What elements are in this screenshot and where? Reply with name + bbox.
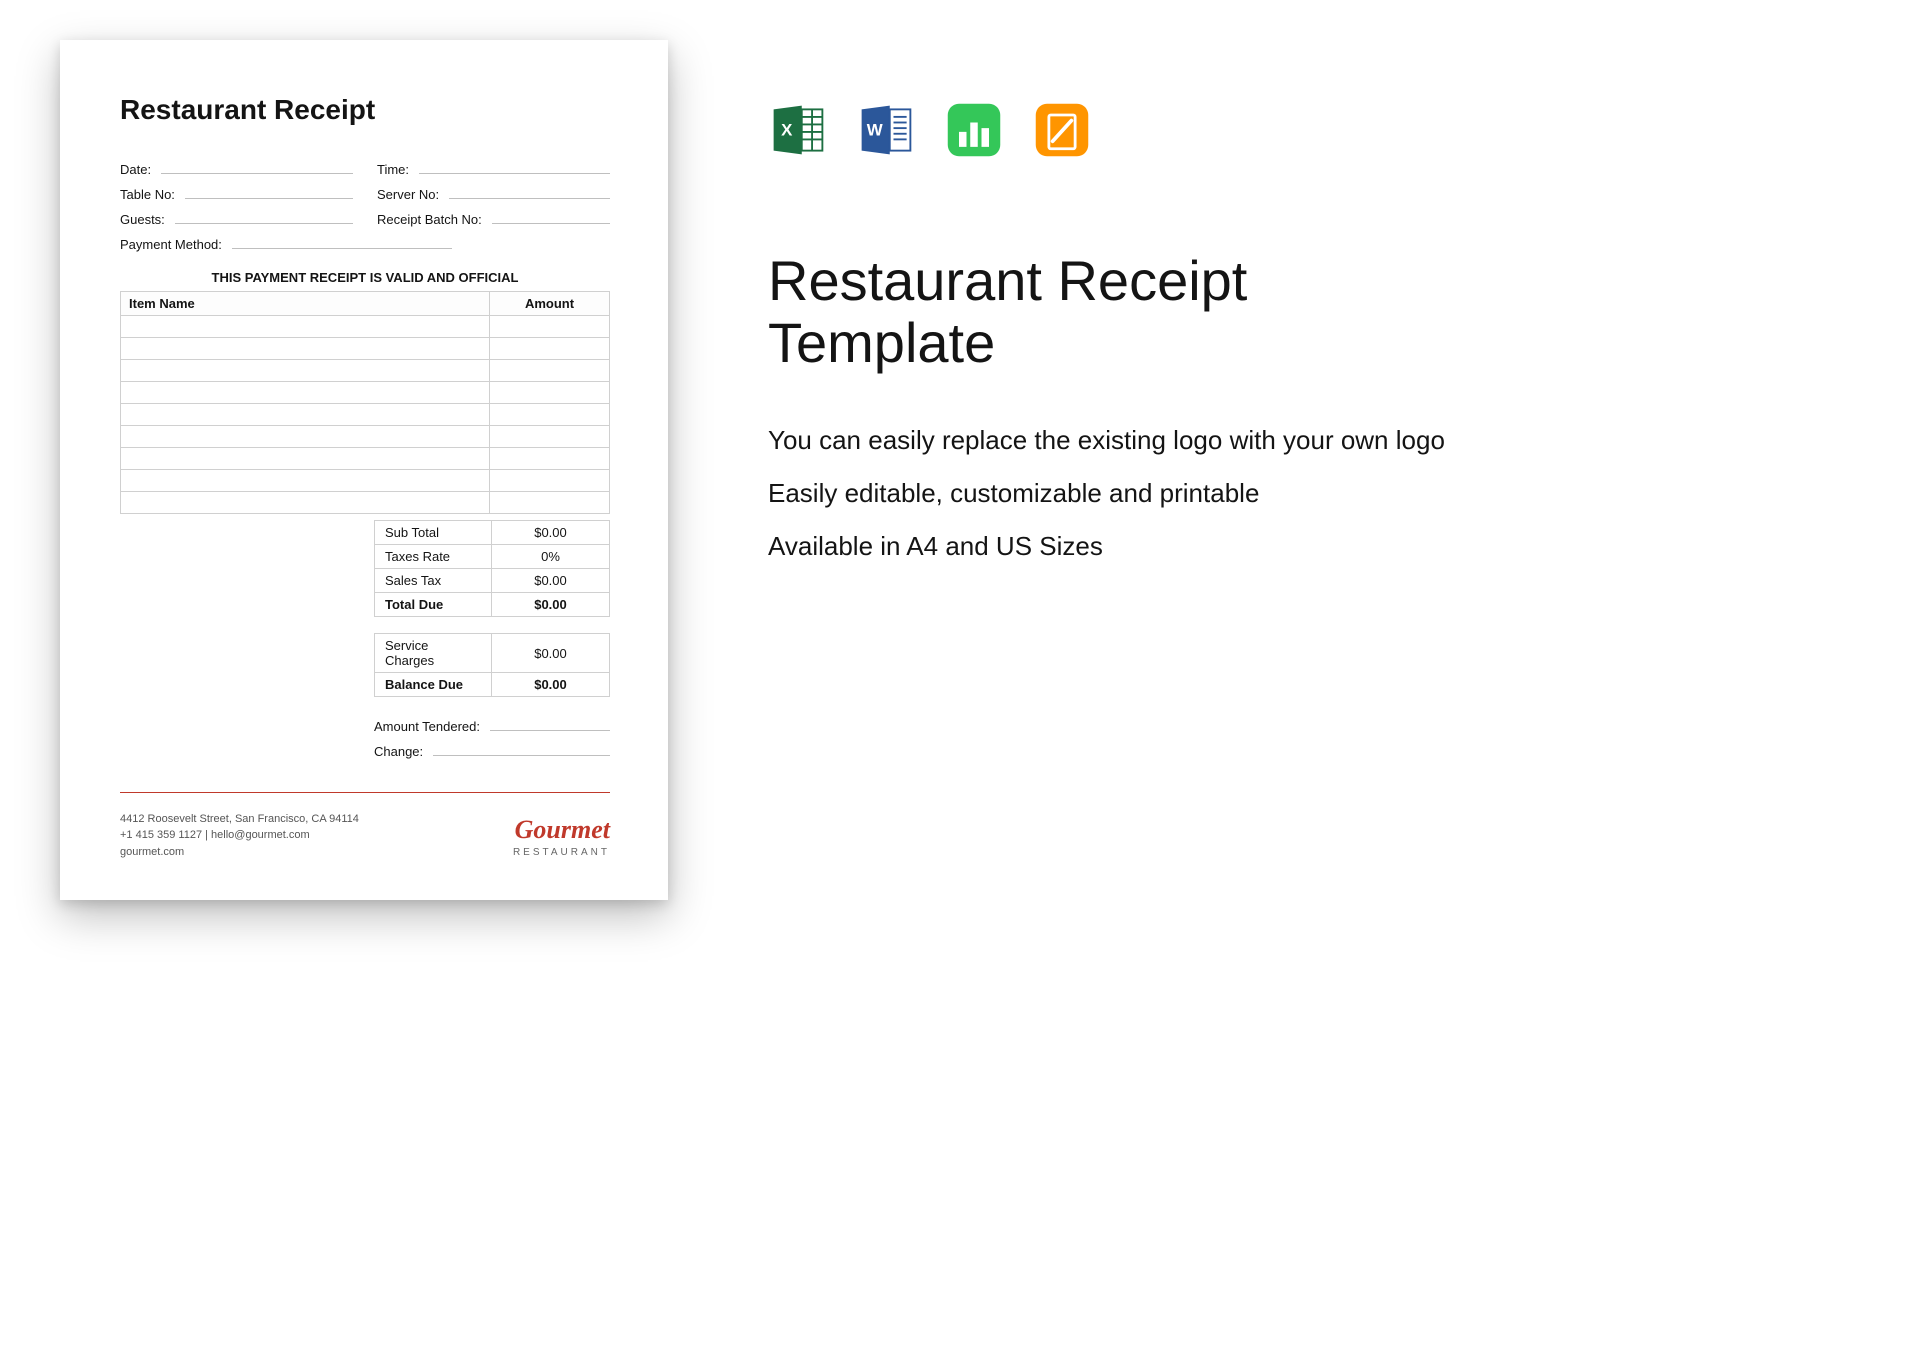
label-balance-due: Balance Due xyxy=(375,673,492,697)
info-title: Restaurant Receipt Template xyxy=(768,250,1488,373)
value-service-charges: $0.00 xyxy=(492,634,610,673)
field-date: Date: xyxy=(120,160,353,177)
label-change: Change: xyxy=(374,744,423,759)
input-line xyxy=(490,717,610,731)
format-icons: X W xyxy=(768,100,1488,160)
row-sales-tax: Sales Tax $0.00 xyxy=(375,569,610,593)
info-bullets: You can easily replace the existing logo… xyxy=(768,423,1488,564)
svg-text:X: X xyxy=(781,121,793,140)
receipt-document: Restaurant Receipt Date: Time: Table No:… xyxy=(60,40,668,900)
row-service-charges: Service Charges $0.00 xyxy=(375,634,610,673)
label-payment-method: Payment Method: xyxy=(120,237,222,252)
brand-name: Gourmet xyxy=(513,817,610,843)
field-table-no: Table No: xyxy=(120,185,353,202)
label-taxes-rate: Taxes Rate xyxy=(375,545,492,569)
field-server-no: Server No: xyxy=(377,185,610,202)
field-receipt-batch-no: Receipt Batch No: xyxy=(377,210,610,227)
footer-phone-email: +1 415 359 1127 | hello@gourmet.com xyxy=(120,827,359,844)
input-line xyxy=(161,160,353,174)
label-service-charges: Service Charges xyxy=(375,634,492,673)
input-line xyxy=(419,160,610,174)
receipt-footer: 4412 Roosevelt Street, San Francisco, CA… xyxy=(120,792,610,861)
brand-logo: Gourmet RESTAURANT xyxy=(513,817,610,860)
field-time: Time: xyxy=(377,160,610,177)
footer-contact: 4412 Roosevelt Street, San Francisco, CA… xyxy=(120,811,359,861)
label-amount-tendered: Amount Tendered: xyxy=(374,719,480,734)
row-taxes-rate: Taxes Rate 0% xyxy=(375,545,610,569)
word-icon: W xyxy=(856,100,916,160)
row-change: Change: xyxy=(374,742,610,759)
input-line xyxy=(185,185,353,199)
footer-address: 4412 Roosevelt Street, San Francisco, CA… xyxy=(120,811,359,828)
label-guests: Guests: xyxy=(120,212,165,227)
label-time: Time: xyxy=(377,162,409,177)
validity-notice: THIS PAYMENT RECEIPT IS VALID AND OFFICI… xyxy=(120,270,610,285)
totals-table: Sub Total $0.00 Taxes Rate 0% Sales Tax … xyxy=(374,520,610,617)
label-table-no: Table No: xyxy=(120,187,175,202)
label-sub-total: Sub Total xyxy=(375,521,492,545)
value-sales-tax: $0.00 xyxy=(492,569,610,593)
bullet-item: Easily editable, customizable and printa… xyxy=(768,476,1488,511)
info-panel: X W Restaurant Receipt Template You can … xyxy=(768,40,1488,1308)
balance-table: Service Charges $0.00 Balance Due $0.00 xyxy=(374,633,610,697)
input-line xyxy=(232,235,452,249)
input-line xyxy=(175,210,353,224)
field-payment-method: Payment Method: xyxy=(120,235,610,252)
label-sales-tax: Sales Tax xyxy=(375,569,492,593)
input-line xyxy=(449,185,610,199)
excel-icon: X xyxy=(768,100,828,160)
items-body xyxy=(121,316,610,514)
row-total-due: Total Due $0.00 xyxy=(375,593,610,617)
tendered-section: Amount Tendered: Change: xyxy=(374,717,610,767)
numbers-icon xyxy=(944,100,1004,160)
input-line xyxy=(433,742,610,756)
row-sub-total: Sub Total $0.00 xyxy=(375,521,610,545)
receipt-title: Restaurant Receipt xyxy=(120,94,610,126)
brand-sub: RESTAURANT xyxy=(513,845,610,860)
receipt-fields: Date: Time: Table No: Server No: Guests:… xyxy=(120,160,610,252)
label-total-due: Total Due xyxy=(375,593,492,617)
bullet-item: Available in A4 and US Sizes xyxy=(768,529,1488,564)
col-item-name: Item Name xyxy=(121,292,490,316)
bullet-item: You can easily replace the existing logo… xyxy=(768,423,1488,458)
value-sub-total: $0.00 xyxy=(492,521,610,545)
row-balance-due: Balance Due $0.00 xyxy=(375,673,610,697)
input-line xyxy=(492,210,610,224)
svg-text:W: W xyxy=(867,121,883,140)
pages-icon xyxy=(1032,100,1092,160)
label-receipt-batch-no: Receipt Batch No: xyxy=(377,212,482,227)
label-server-no: Server No: xyxy=(377,187,439,202)
label-date: Date: xyxy=(120,162,151,177)
row-amount-tendered: Amount Tendered: xyxy=(374,717,610,734)
value-total-due: $0.00 xyxy=(492,593,610,617)
field-guests: Guests: xyxy=(120,210,353,227)
footer-website: gourmet.com xyxy=(120,844,359,861)
value-taxes-rate: 0% xyxy=(492,545,610,569)
value-balance-due: $0.00 xyxy=(492,673,610,697)
items-table: Item Name Amount xyxy=(120,291,610,514)
col-amount: Amount xyxy=(490,292,610,316)
